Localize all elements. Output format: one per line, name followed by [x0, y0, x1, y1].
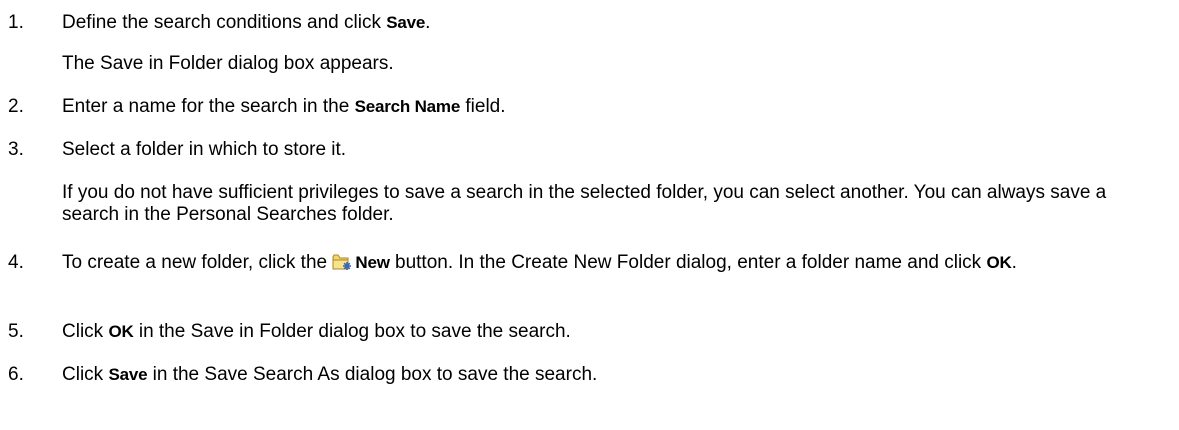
step-text-post: . [1011, 252, 1017, 273]
step-number: 1. [8, 12, 24, 33]
search-name-label: Search Name [354, 97, 461, 116]
step-number: 4. [8, 252, 24, 273]
step-number: 6. [8, 364, 24, 385]
step-text: Select a folder in which to store it. [62, 139, 347, 160]
step-text-pre: Click [62, 321, 109, 342]
step-text-post: . [425, 12, 431, 33]
step-text-mid: button. In the Create New Folder dialog,… [389, 252, 987, 273]
ok-label: OK [108, 322, 134, 341]
step-text-pre: To create a new folder, click the [62, 252, 333, 273]
step-text-post: in the Save in Folder dialog box to save… [133, 321, 571, 342]
step-text-pre: Enter a name for the search in the [62, 96, 355, 117]
step-text-post: field. [460, 96, 506, 117]
step-note: If you do not have sufficient privileges… [62, 182, 1107, 225]
save-label: Save [386, 13, 426, 32]
step-text: Click OK in the Save in Folder dialog bo… [62, 321, 1162, 343]
new-folder-icon [332, 254, 352, 270]
step-number: 5. [8, 321, 24, 342]
step-text: To create a new folder, click the New bu… [62, 252, 1152, 274]
step-text: Enter a name for the search in the Searc… [62, 96, 1162, 118]
step-text: Define the search conditions and click S… [62, 12, 1162, 34]
ok-label: OK [986, 253, 1012, 272]
step-number: 2. [8, 96, 24, 117]
step-note: The Save in Folder dialog box appears. [62, 53, 394, 74]
step-text: Click Save in the Save Search As dialog … [62, 364, 1162, 386]
step-text-pre: Click [62, 364, 109, 385]
step-text-pre: Define the search conditions and click [62, 12, 387, 33]
save-label: Save [108, 365, 148, 384]
step-number: 3. [8, 139, 24, 160]
step-text-post: in the Save Search As dialog box to save… [147, 364, 598, 385]
new-label: New [355, 253, 390, 272]
